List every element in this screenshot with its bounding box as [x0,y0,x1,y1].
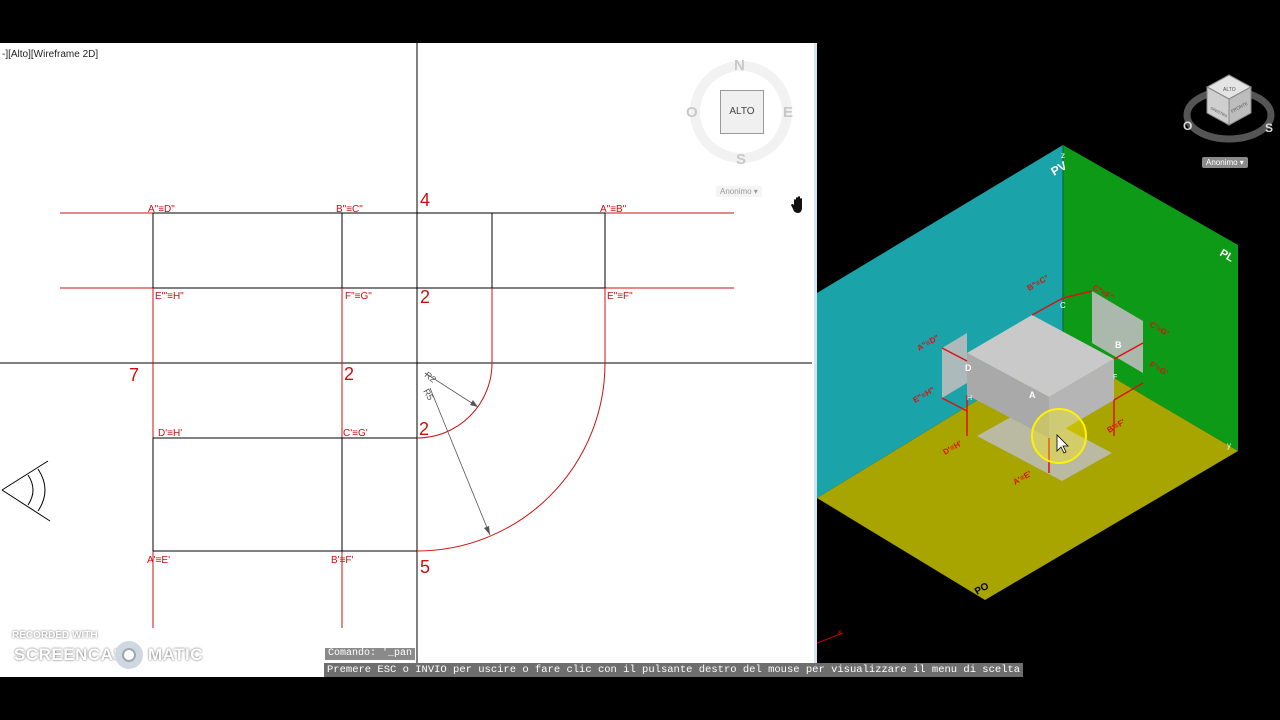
label-e2h2: E'"≡H" [155,291,184,302]
vertex-d: D [965,363,972,373]
label-a1e1: A'≡E' [147,555,170,566]
viewport-2d-top[interactable]: -][Alto][Wireframe 2D] A"≡D" B"≡C" A"≡B"… [0,43,817,677]
vertex-h: H [967,395,972,402]
dim-top: 4 [420,190,430,210]
vertex-b: B [1115,340,1122,350]
dim-bottom: 5 [420,557,430,577]
viewcube-face-top[interactable]: ALTO [720,90,764,134]
viewport-3d-iso[interactable]: A B C D F H A"≡D" B"≡C" C"≡F" E"≡H" C'≡G… [817,43,1280,677]
watermark-top: RECORDED WITH [12,630,98,641]
label-b2c2: B"≡C" [336,204,363,215]
watermark-right: MATIC [148,645,204,664]
view-direction-symbol [1,460,51,522]
label-f2g2: F"≡G" [345,291,372,302]
ucs-x-icon: × [837,627,842,637]
compass-east[interactable]: E [783,104,793,121]
status-message: Premere ESC o INVIO per uscire o fare cl… [324,663,1024,677]
cube-face-top: ALTO [1223,87,1236,93]
cursor-highlight [1031,408,1087,464]
vertex-f: F [1113,374,1117,381]
vertex-c: C [1060,301,1066,310]
label-c1g1: C'≡G' [343,428,368,439]
screencast-logo-icon [115,641,143,669]
compass-south-3d[interactable]: S [1265,121,1273,135]
viewcube-3d-graphic: ALTO SINISTRA FRONTE [1183,74,1275,143]
axis-label-y: y [1227,441,1231,450]
radius-label-r5: R5 [421,387,435,402]
arc-r5 [416,362,606,552]
named-view-dropdown[interactable]: Anonimo ▾ [716,186,762,197]
vertex-a: A [1029,390,1036,400]
label-a3b3: A"≡B" [600,204,627,215]
compass-north[interactable]: N [734,57,745,74]
viewcube-2d[interactable]: N S E O ALTO [676,55,806,185]
label-b1f1: B'≡F' [331,555,354,566]
command-line[interactable]: Comando: '_pan [325,648,416,660]
radius-leader-r5 [429,387,491,536]
label-d1h1: D'≡H' [158,428,182,439]
compass-south[interactable]: S [736,151,746,168]
named-view-label-3d: Anonimo [1206,158,1238,167]
label-e3f3: E"≡F" [607,291,633,302]
label-a2d2: A"≡D" [148,204,175,215]
axis-label-z: z [1061,151,1065,160]
pan-hand-icon [791,196,802,213]
named-view-dropdown-3d[interactable]: Anonimo ▾ [1202,157,1248,168]
dim-left: 7 [129,365,139,385]
dim-mid: 2 [420,287,430,307]
radius-label-r2: R2 [423,370,438,385]
dim-center: 2 [344,364,354,384]
named-view-label: Anonimo [720,187,752,196]
viewcube-3d[interactable]: ALTO SINISTRA FRONTE O S [1179,63,1279,163]
compass-west-3d[interactable]: O [1183,119,1192,133]
compass-west[interactable]: O [686,104,698,121]
dim-low: 2 [419,419,429,439]
